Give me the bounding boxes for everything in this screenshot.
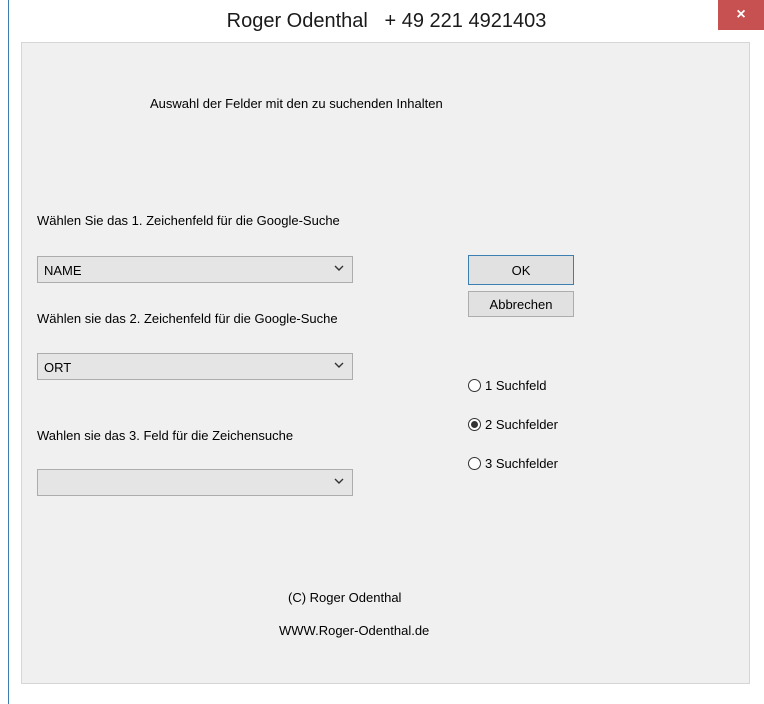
field1-value: NAME [44,263,82,278]
close-button[interactable]: × [718,0,764,30]
close-icon: × [736,6,746,23]
radio-3-suchfelder[interactable]: 3 Suchfelder [468,456,558,471]
radio-selected-dot [471,421,478,428]
radio-1-suchfeld[interactable]: 1 Suchfeld [468,378,546,393]
field1-select[interactable]: NAME [37,256,353,283]
cancel-button[interactable]: Abbrechen [468,291,574,317]
dialog-body: Auswahl der Felder mit den zu suchenden … [21,42,750,684]
ok-button[interactable]: OK [468,255,574,285]
chevron-down-icon [334,265,344,271]
field3-select[interactable] [37,469,353,496]
chevron-down-icon [334,478,344,484]
radio-circle[interactable] [468,418,481,431]
dialog-heading: Auswahl der Felder mit den zu suchenden … [150,96,443,111]
field1-label: Wählen Sie das 1. Zeichenfeld für die Go… [37,213,340,228]
field2-select[interactable]: ORT [37,353,353,380]
field2-value: ORT [44,360,72,375]
website-text: WWW.Roger-Odenthal.de [279,623,430,638]
field2-label: Wählen sie das 2. Zeichenfeld für die Go… [37,311,338,326]
radio-circle[interactable] [468,379,481,392]
radio-label: 3 Suchfelder [485,456,558,471]
window-title: Roger Odenthal + 49 221 4921403 [226,10,547,32]
chevron-down-icon [334,362,344,368]
radio-label: 2 Suchfelder [485,417,558,432]
copyright-text: (C) Roger Odenthal [288,590,402,605]
radio-circle[interactable] [468,457,481,470]
radio-2-suchfelder[interactable]: 2 Suchfelder [468,417,558,432]
field3-label: Wahlen sie das 3. Feld für die Zeichensu… [37,428,294,443]
dialog-window: Roger Odenthal + 49 221 4921403 × Auswah… [8,0,764,704]
title-bar[interactable]: Roger Odenthal + 49 221 4921403 × [9,0,764,42]
radio-label: 1 Suchfeld [485,378,547,393]
